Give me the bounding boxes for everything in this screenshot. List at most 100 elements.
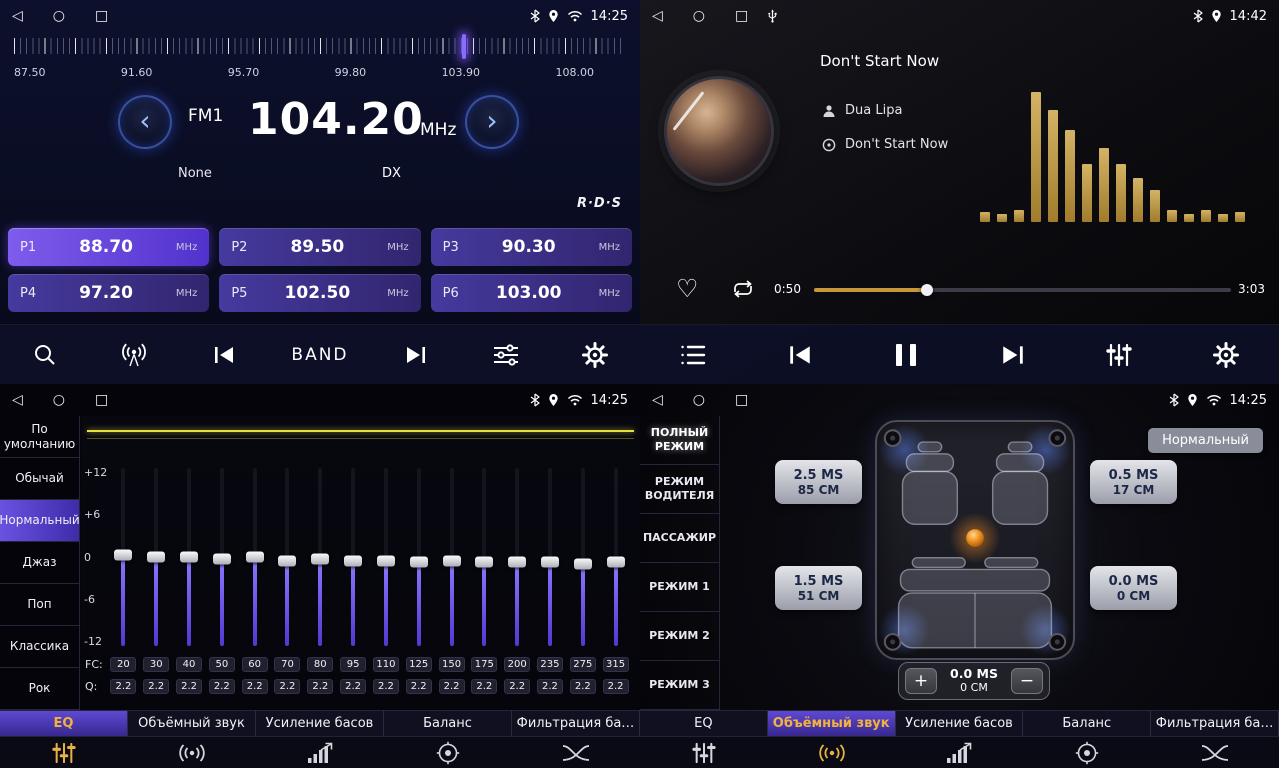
q-value[interactable]: 2.2: [504, 679, 530, 694]
slider-handle[interactable]: [213, 553, 231, 564]
slider-handle[interactable]: [278, 555, 296, 566]
delay-increase-button[interactable]: +: [905, 668, 937, 694]
slider-handle[interactable]: [541, 557, 559, 568]
audio-tab[interactable]: Усиление басов: [256, 711, 384, 736]
home-button[interactable]: ○: [53, 9, 65, 23]
eq-tab-icon[interactable]: [0, 737, 128, 768]
band-button[interactable]: BAND: [291, 333, 348, 377]
q-value[interactable]: 2.2: [143, 679, 169, 694]
slider-handle[interactable]: [443, 555, 461, 566]
preset-button[interactable]: P4 97.20 MHz: [8, 274, 209, 312]
preset-button[interactable]: P1 88.70 MHz: [8, 228, 209, 266]
filter-tab-icon[interactable]: [512, 737, 640, 768]
audio-tab[interactable]: Баланс: [1023, 711, 1151, 736]
previous-track-button[interactable]: [778, 333, 822, 377]
preset-button[interactable]: P6 103.00 MHz: [431, 274, 632, 312]
slider-handle[interactable]: [114, 550, 132, 561]
fc-value[interactable]: 30: [143, 657, 169, 672]
fc-value[interactable]: 60: [242, 657, 268, 672]
fc-value[interactable]: 80: [307, 657, 333, 672]
q-value[interactable]: 2.2: [340, 679, 366, 694]
eq-band-slider[interactable]: [337, 468, 370, 646]
audio-tab[interactable]: EQ: [640, 711, 768, 736]
surround-tab-icon[interactable]: [128, 737, 256, 768]
eq-band-slider[interactable]: [402, 468, 435, 646]
q-value[interactable]: 2.2: [209, 679, 235, 694]
repeat-button[interactable]: [730, 279, 756, 299]
listening-mode-item[interactable]: РЕЖИМ 1: [640, 563, 719, 612]
surround-tab-icon[interactable]: [768, 737, 896, 768]
eq-band-slider[interactable]: [107, 468, 140, 646]
q-value[interactable]: 2.2: [274, 679, 300, 694]
q-value[interactable]: 2.2: [373, 679, 399, 694]
eq-band-slider[interactable]: [566, 468, 599, 646]
front-right-delay[interactable]: 0.5 MS17 CM: [1090, 460, 1177, 504]
fc-value[interactable]: 275: [570, 657, 596, 672]
pause-button[interactable]: [884, 333, 928, 377]
listening-mode-item[interactable]: ПОЛНЫЙ РЕЖИМ: [640, 416, 719, 465]
eq-preset-item[interactable]: Обычай: [0, 458, 79, 500]
broadcast-icon[interactable]: [112, 333, 156, 377]
eq-band-slider[interactable]: [205, 468, 238, 646]
q-value[interactable]: 2.2: [570, 679, 596, 694]
listening-mode-item[interactable]: РЕЖИМ ВОДИТЕЛЯ: [640, 465, 719, 514]
progress-bar[interactable]: [814, 288, 1231, 292]
slider-handle[interactable]: [147, 552, 165, 563]
next-station-button[interactable]: [394, 333, 438, 377]
back-button[interactable]: ◁: [12, 393, 23, 407]
tune-up-button[interactable]: ›: [465, 95, 519, 149]
q-value[interactable]: 2.2: [242, 679, 268, 694]
q-value[interactable]: 2.2: [176, 679, 202, 694]
recents-button[interactable]: □: [735, 393, 748, 407]
scan-button[interactable]: [23, 333, 67, 377]
audio-tab[interactable]: Баланс: [384, 711, 512, 736]
previous-station-button[interactable]: [202, 333, 246, 377]
listening-position-marker[interactable]: [966, 529, 984, 547]
balance-tab-icon[interactable]: [384, 737, 512, 768]
settings-gear-icon[interactable]: [573, 333, 617, 377]
q-value[interactable]: 2.2: [471, 679, 497, 694]
listening-mode-item[interactable]: ПАССАЖИР: [640, 514, 719, 563]
eq-band-slider[interactable]: [599, 468, 632, 646]
fc-value[interactable]: 40: [176, 657, 202, 672]
slider-handle[interactable]: [508, 557, 526, 568]
back-button[interactable]: ◁: [12, 9, 23, 23]
audio-tab[interactable]: Усиление басов: [896, 711, 1024, 736]
eq-band-slider[interactable]: [435, 468, 468, 646]
eq-preset-item[interactable]: Джаз: [0, 542, 79, 584]
q-value[interactable]: 2.2: [307, 679, 333, 694]
eq-preset-item[interactable]: Классика: [0, 626, 79, 668]
listening-mode-item[interactable]: РЕЖИМ 2: [640, 612, 719, 661]
eq-tab-icon[interactable]: [640, 737, 768, 768]
eq-preset-item[interactable]: Рок: [0, 668, 79, 710]
audio-tab[interactable]: Объёмный звук: [768, 711, 896, 736]
fc-value[interactable]: 315: [603, 657, 629, 672]
back-button[interactable]: ◁: [652, 9, 663, 23]
eq-preset-item[interactable]: По умолчанию: [0, 416, 79, 458]
eq-band-slider[interactable]: [140, 468, 173, 646]
fc-value[interactable]: 20: [110, 657, 136, 672]
fc-value[interactable]: 50: [209, 657, 235, 672]
eq-band-slider[interactable]: [271, 468, 304, 646]
filter-tab-icon[interactable]: [1151, 737, 1279, 768]
slider-handle[interactable]: [607, 557, 625, 568]
fc-value[interactable]: 175: [471, 657, 497, 672]
slider-handle[interactable]: [246, 552, 264, 563]
tuner-settings-icon[interactable]: [484, 333, 528, 377]
home-button[interactable]: ○: [53, 393, 65, 407]
audio-tab[interactable]: Фильтрация ба…: [1151, 711, 1279, 736]
preset-button[interactable]: P2 89.50 MHz: [219, 228, 420, 266]
progress-thumb[interactable]: [921, 284, 933, 296]
next-track-button[interactable]: [991, 333, 1035, 377]
eq-band-slider[interactable]: [468, 468, 501, 646]
eq-band-slider[interactable]: [534, 468, 567, 646]
slider-handle[interactable]: [344, 555, 362, 566]
bass-boost-tab-icon[interactable]: [896, 737, 1024, 768]
audio-tab[interactable]: Фильтрация ба…: [512, 711, 640, 736]
home-button[interactable]: ○: [693, 9, 705, 23]
q-value[interactable]: 2.2: [603, 679, 629, 694]
back-button[interactable]: ◁: [652, 393, 663, 407]
fc-value[interactable]: 110: [373, 657, 399, 672]
settings-gear-icon[interactable]: [1204, 333, 1248, 377]
preset-button[interactable]: P5 102.50 MHz: [219, 274, 420, 312]
